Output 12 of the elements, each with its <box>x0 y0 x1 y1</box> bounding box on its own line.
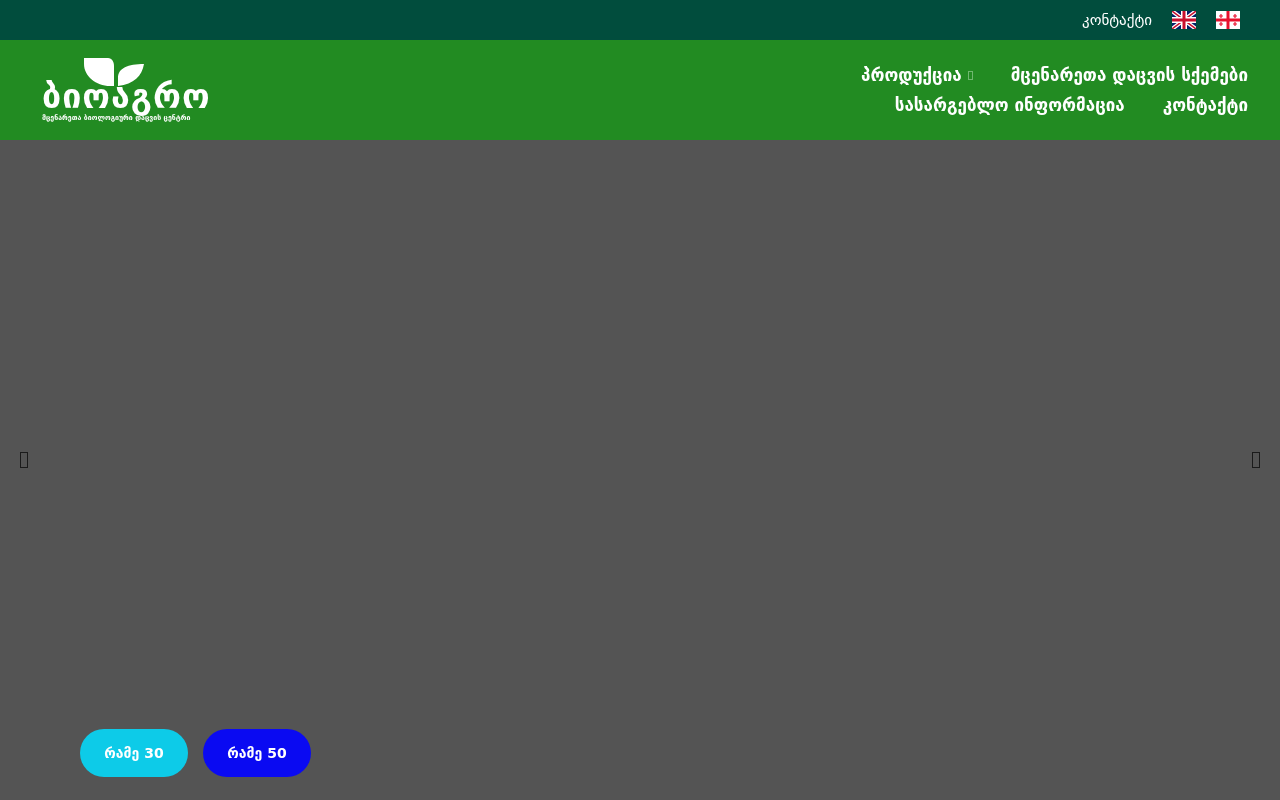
nav-link[interactable]: პროდუქცია <box>861 65 973 85</box>
contact-link[interactable]: კონტაქტი <box>1082 11 1152 29</box>
uk-flag-icon[interactable] <box>1172 11 1196 29</box>
nav-link[interactable]: სასარგებლო ინფორმაცია <box>894 95 1125 115</box>
slide-button[interactable]: რამე 50 <box>203 729 311 777</box>
next-slide-icon[interactable] <box>1252 452 1260 468</box>
nav-link[interactable]: მცენარეთა დაცვის სქემები <box>1010 65 1248 85</box>
georgia-flag-icon[interactable] <box>1216 11 1240 29</box>
dropdown-icon <box>967 70 973 80</box>
nav-link[interactable]: კონტაქტი <box>1162 95 1248 115</box>
logo-title: ბიოაგრო <box>42 78 211 114</box>
previous-slide-icon[interactable] <box>20 452 28 468</box>
